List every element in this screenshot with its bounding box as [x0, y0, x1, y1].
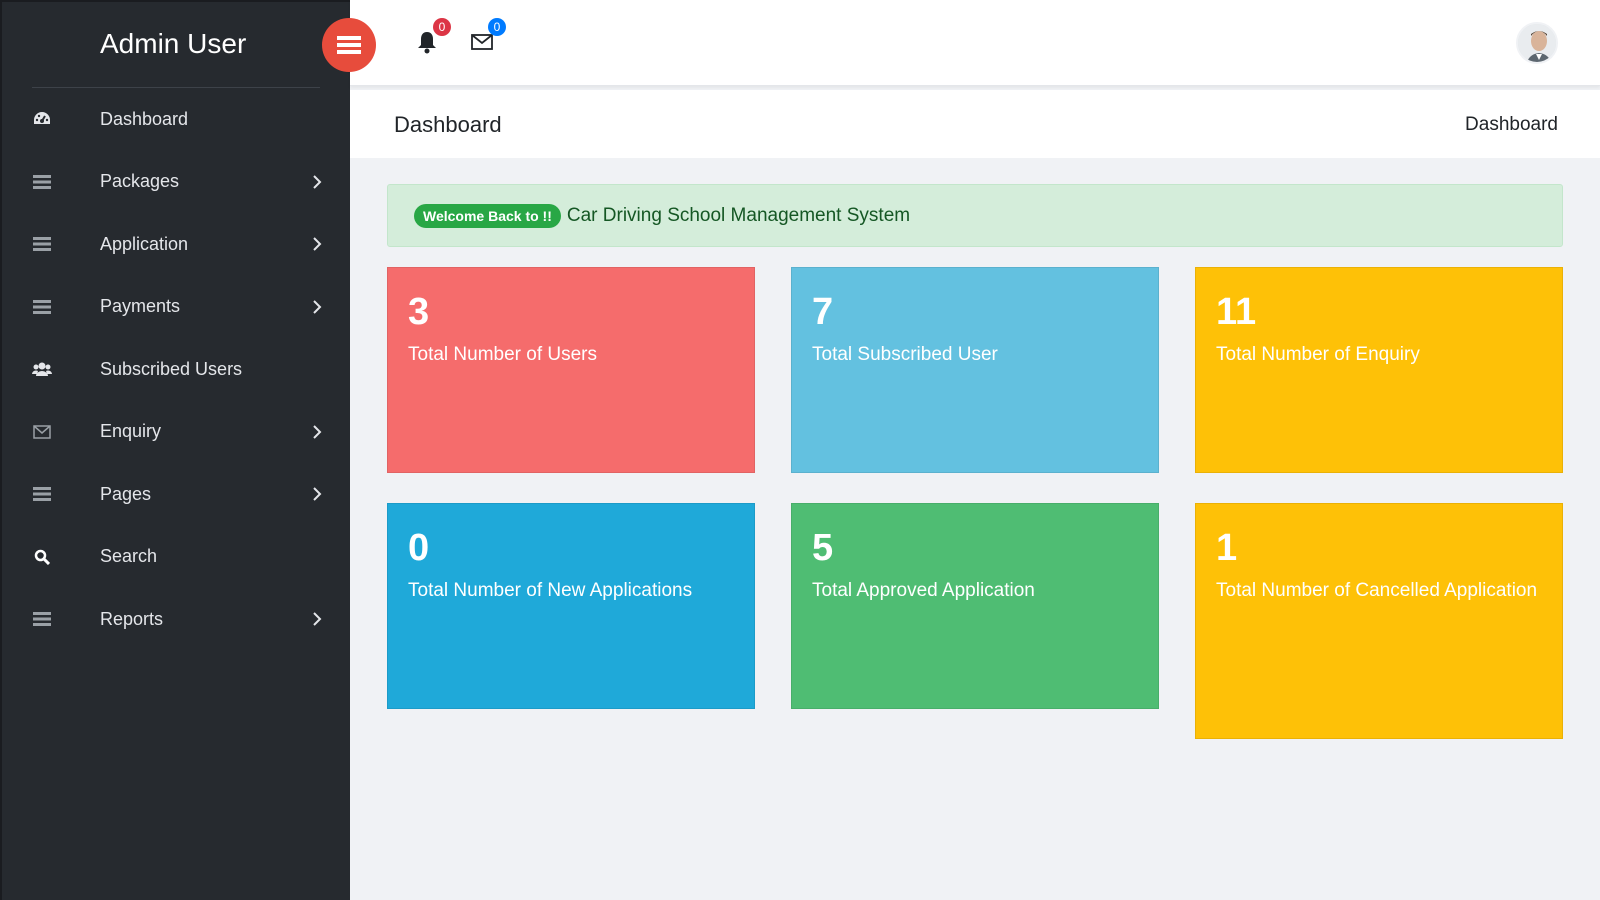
breadcrumb[interactable]: Dashboard	[1465, 114, 1558, 136]
list-icon	[32, 234, 52, 254]
chevron-right-icon	[313, 612, 322, 626]
sidebar-item-pages[interactable]: Pages	[2, 463, 350, 526]
sidebar-item-label: Pages	[100, 483, 152, 504]
sidebar-item-label: Payments	[100, 296, 181, 317]
menu-icon	[337, 36, 361, 54]
sidebar-item-reports[interactable]: Reports	[2, 588, 350, 651]
list-icon	[32, 297, 52, 317]
stat-label: Total Approved Application	[812, 580, 1035, 601]
sidebar-item-payments[interactable]: Payments	[2, 276, 350, 339]
search-icon	[32, 547, 52, 567]
list-icon	[32, 172, 52, 192]
welcome-badge: Welcome Back to !!	[414, 203, 561, 228]
sidebar-item-label: Application	[100, 233, 189, 254]
page-title: Dashboard	[394, 112, 502, 137]
sidebar-item-search[interactable]: Search	[2, 526, 350, 589]
stat-value: 3	[408, 291, 430, 333]
chevron-right-icon	[313, 487, 322, 501]
sidebar: Admin User Dashboard Packages Applicatio…	[0, 0, 350, 900]
page-header: Dashboard Dashboard	[350, 90, 1600, 158]
messages-button[interactable]: 0	[470, 18, 506, 56]
sidebar-item-subscribed-users[interactable]: Subscribed Users	[2, 338, 350, 401]
sidebar-nav: Dashboard Packages Application Payments	[2, 88, 350, 651]
stat-label: Total Number of New Applications	[408, 580, 693, 601]
notifications-badge: 0	[433, 18, 451, 36]
stat-value: 7	[812, 291, 834, 333]
sidebar-item-packages[interactable]: Packages	[2, 151, 350, 214]
list-icon	[32, 484, 52, 504]
stat-label: Total Number of Enquiry	[1216, 344, 1420, 365]
stat-label: Total Subscribed User	[812, 344, 998, 365]
stat-label: Total Number of Users	[408, 344, 598, 365]
user-avatar[interactable]	[1516, 22, 1558, 64]
welcome-text: Car Driving School Management System	[566, 204, 911, 226]
dashboard-icon	[32, 109, 52, 129]
sidebar-item-label: Enquiry	[100, 421, 162, 442]
notifications-button[interactable]: 0	[415, 18, 451, 56]
sidebar-item-dashboard[interactable]: Dashboard	[2, 88, 350, 151]
sidebar-item-label: Subscribed Users	[100, 358, 243, 379]
chevron-right-icon	[313, 425, 322, 439]
sidebar-item-label: Packages	[100, 171, 180, 192]
stat-value: 11	[1216, 291, 1257, 333]
users-icon	[32, 359, 52, 379]
sidebar-item-label: Reports	[100, 608, 164, 629]
sidebar-item-application[interactable]: Application	[2, 213, 350, 276]
chevron-right-icon	[313, 300, 322, 314]
envelope-icon	[32, 422, 52, 442]
stat-card-enquiry[interactable]: 11 Total Number of Enquiry	[1195, 267, 1563, 473]
chevron-right-icon	[313, 175, 322, 189]
stat-card-new-applications[interactable]: 0 Total Number of New Applications	[387, 503, 755, 709]
stat-card-approved-applications[interactable]: 5 Total Approved Application	[791, 503, 1159, 709]
sidebar-item-label: Dashboard	[100, 108, 189, 129]
sidebar-item-label: Search	[100, 546, 158, 567]
avatar-icon	[1518, 24, 1556, 62]
sidebar-item-enquiry[interactable]: Enquiry	[2, 401, 350, 464]
stat-label: Total Number of Cancelled Application	[1216, 580, 1538, 601]
stat-value: 0	[408, 527, 430, 569]
stat-card-total-users[interactable]: 3 Total Number of Users	[387, 267, 755, 473]
messages-badge: 0	[488, 18, 506, 36]
chevron-right-icon	[313, 237, 322, 251]
list-icon	[32, 609, 52, 629]
brand-title: Admin User	[100, 28, 247, 59]
sidebar-brand: Admin User	[2, 2, 350, 88]
welcome-alert: Welcome Back to !! Car Driving School Ma…	[387, 184, 1563, 247]
menu-toggle-button[interactable]	[322, 18, 376, 72]
stat-card-subscribed-users[interactable]: 7 Total Subscribed User	[791, 267, 1159, 473]
stat-value: 1	[1216, 527, 1238, 569]
stat-value: 5	[812, 527, 834, 569]
stat-card-cancelled-applications[interactable]: 1 Total Number of Cancelled Application	[1195, 503, 1563, 739]
topbar: 0 0	[350, 0, 1600, 86]
